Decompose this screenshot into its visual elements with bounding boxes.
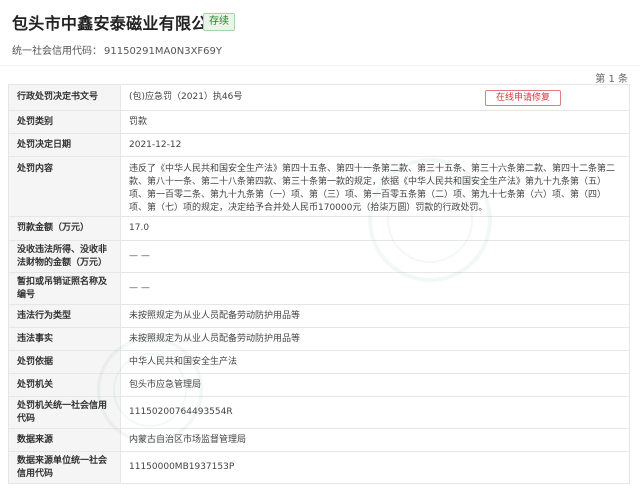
table-row: 处罚依据 中华人民共和国安全生产法 bbox=[8, 351, 630, 374]
row-value: 11150000MB1937153P bbox=[129, 462, 235, 472]
table-row: 处罚机关 包头市应急管理局 bbox=[8, 374, 630, 397]
row-label: 处罚依据 bbox=[9, 351, 121, 373]
table-row: 处罚决定日期 2021-12-12 bbox=[8, 134, 630, 157]
table-row: 处罚内容 违反了《中华人民共和国安全生产法》第四十五条、第四十一条第二款、第三十… bbox=[8, 157, 630, 217]
row-label: 违法行为类型 bbox=[9, 305, 121, 327]
table-row: 处罚机关统一社会信用代码 11150200764493554R bbox=[8, 397, 630, 429]
row-label: 违法事实 bbox=[9, 328, 121, 350]
row-label: 处罚内容 bbox=[9, 157, 121, 216]
table-row: 违法事实 未按照规定为从业人员配备劳动防护用品等 bbox=[8, 328, 630, 351]
row-label: 行政处罚决定书文号 bbox=[9, 85, 121, 110]
row-value: 未按照规定为从业人员配备劳动防护用品等 bbox=[129, 333, 301, 344]
row-value: 17.0 bbox=[129, 223, 150, 233]
record-count: 第 1 条 bbox=[595, 74, 628, 85]
row-value: 包头市应急管理局 bbox=[129, 379, 202, 390]
row-value: 2021-12-12 bbox=[129, 139, 182, 150]
company-header: 包头市中鑫安泰磁业有限公司 存续 统一社会信用代码： 91150291MA0N3X… bbox=[0, 0, 640, 66]
table-row: 处罚类别 罚款 bbox=[8, 111, 630, 134]
table-row: 数据来源单位统一社会信用代码 11150000MB1937153P bbox=[8, 452, 630, 484]
row-label: 处罚机关统一社会信用代码 bbox=[9, 397, 121, 428]
table-row: 罚款金额（万元） 17.0 bbox=[8, 217, 630, 241]
status-badge: 存续 bbox=[203, 13, 235, 31]
row-label: 暂扣或吊销证照名称及编号 bbox=[9, 273, 121, 304]
row-label: 没收违法所得、没收非法财物的金额（万元） bbox=[9, 241, 121, 272]
company-name: 包头市中鑫安泰磁业有限公司 bbox=[12, 14, 224, 33]
row-label: 处罚机关 bbox=[9, 374, 121, 396]
row-label: 处罚类别 bbox=[9, 111, 121, 133]
row-label: 处罚决定日期 bbox=[9, 134, 121, 156]
row-value: 违反了《中华人民共和国安全生产法》第四十五条、第四十一条第二款、第三十五条、第三… bbox=[129, 164, 616, 213]
credit-code-value: 91150291MA0N3XF69Y bbox=[104, 46, 223, 57]
row-value: 中华人民共和国安全生产法 bbox=[129, 356, 238, 367]
table-row: 数据来源 内蒙古自治区市场监督管理局 bbox=[8, 429, 630, 452]
table-row: 没收违法所得、没收非法财物的金额（万元） — — bbox=[8, 241, 630, 273]
row-value: — — bbox=[129, 251, 150, 261]
row-label: 数据来源单位统一社会信用代码 bbox=[9, 452, 121, 483]
table-row: 行政处罚决定书文号 (包)应急罚（2021）执46号 在线申请修复 bbox=[8, 85, 630, 111]
row-value: 未按照规定为从业人员配备劳动防护用品等 bbox=[129, 310, 301, 321]
table-row: 暂扣或吊销证照名称及编号 — — bbox=[8, 273, 630, 305]
row-label: 罚款金额（万元） bbox=[9, 217, 121, 240]
row-value: 罚款 bbox=[129, 116, 148, 127]
online-repair-button[interactable]: 在线申请修复 bbox=[484, 90, 561, 106]
row-value: 内蒙古自治区市场监督管理局 bbox=[129, 434, 247, 445]
row-value: — — bbox=[129, 283, 150, 293]
credit-code-line: 统一社会信用代码： 91150291MA0N3XF69Y bbox=[12, 42, 222, 57]
row-value: 11150200764493554R bbox=[129, 407, 233, 417]
credit-code-label: 统一社会信用代码： bbox=[12, 46, 102, 57]
row-label: 数据来源 bbox=[9, 429, 121, 451]
table-row: 违法行为类型 未按照规定为从业人员配备劳动防护用品等 bbox=[8, 305, 630, 328]
penalty-table: 行政处罚决定书文号 (包)应急罚（2021）执46号 在线申请修复 处罚类别 罚… bbox=[8, 84, 630, 484]
